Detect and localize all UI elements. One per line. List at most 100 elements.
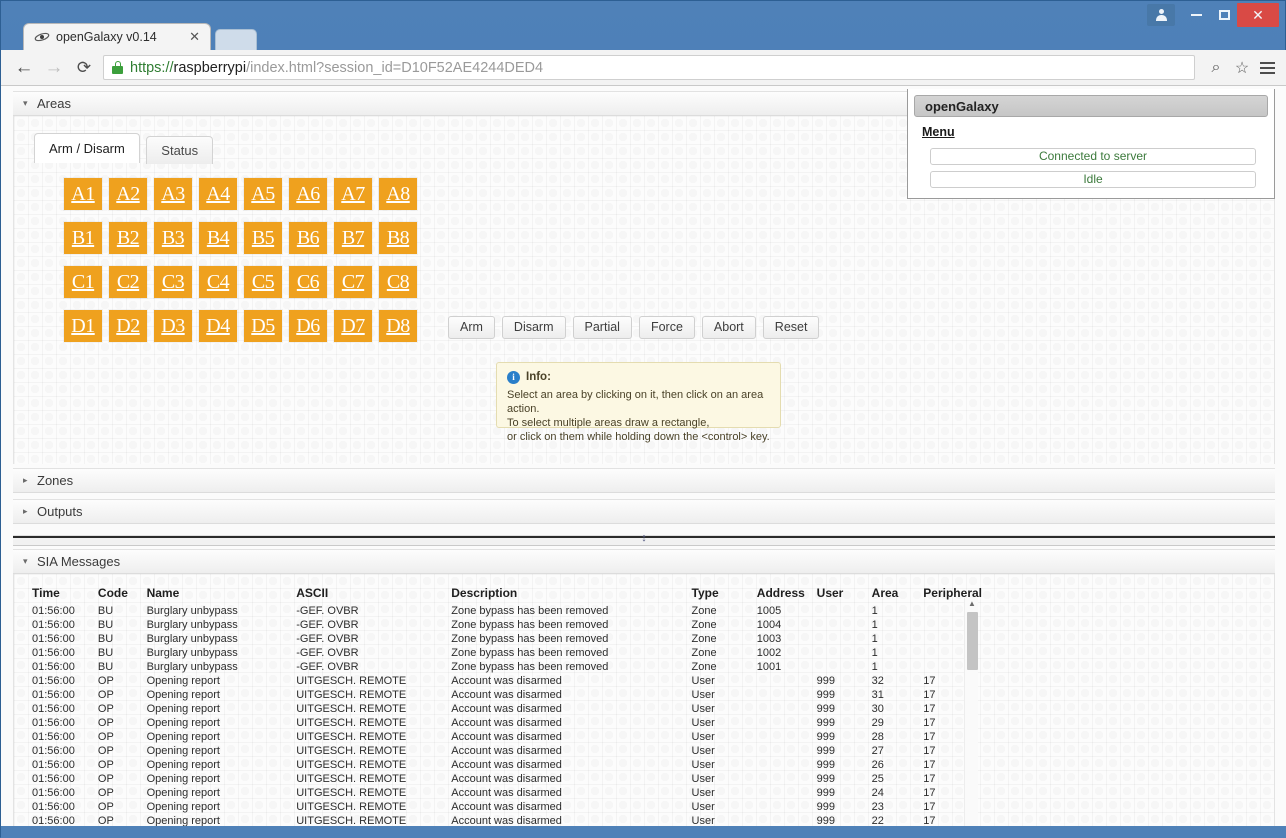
area-button-d7[interactable]: D7 [334,310,372,342]
accordion-header-outputs[interactable]: ▸ Outputs [13,499,1275,524]
table-row[interactable]: 01:56:00OPOpening reportUITGESCH. REMOTE… [32,688,982,702]
area-button-d5[interactable]: D5 [244,310,282,342]
zoom-out-icon[interactable]: ⌕ [1203,59,1229,77]
table-row[interactable]: 01:56:00OPOpening reportUITGESCH. REMOTE… [32,786,982,800]
column-header-address[interactable]: Address [757,586,817,604]
horizontal-splitter[interactable]: ↕ [13,536,1275,546]
arm-button[interactable]: Arm [448,316,495,339]
cell-user [817,646,872,660]
column-header-time[interactable]: Time [32,586,98,604]
area-button-a2[interactable]: A2 [109,178,147,210]
abort-button[interactable]: Abort [702,316,756,339]
cell-name: Opening report [147,702,297,716]
partial-button[interactable]: Partial [573,316,632,339]
column-header-user[interactable]: User [817,586,872,604]
cell-user: 999 [817,688,872,702]
table-row[interactable]: 01:56:00OPOpening reportUITGESCH. REMOTE… [32,758,982,772]
disarm-button[interactable]: Disarm [502,316,566,339]
table-header-row: TimeCodeNameASCIIDescriptionTypeAddressU… [32,586,982,604]
cell-user: 999 [817,730,872,744]
table-row[interactable]: 01:56:00OPOpening reportUITGESCH. REMOTE… [32,772,982,786]
column-header-area[interactable]: Area [872,586,924,604]
area-button-b2[interactable]: B2 [109,222,147,254]
back-button[interactable]: ← [9,57,39,79]
opengalaxy-menu-link[interactable]: Menu [922,125,955,139]
table-row[interactable]: 01:56:00BUBurglary unbypass-GEF. OVBRZon… [32,660,982,674]
scroll-up-icon[interactable]: ▲ [965,598,979,610]
scrollbar-thumb[interactable] [967,612,978,670]
cell-ascii: -GEF. OVBR [296,660,451,674]
area-button-d3[interactable]: D3 [154,310,192,342]
table-row[interactable]: 01:56:00OPOpening reportUITGESCH. REMOTE… [32,702,982,716]
table-row[interactable]: 01:56:00BUBurglary unbypass-GEF. OVBRZon… [32,632,982,646]
cell-user [817,618,872,632]
area-button-b1[interactable]: B1 [64,222,102,254]
table-row[interactable]: 01:56:00OPOpening reportUITGESCH. REMOTE… [32,744,982,758]
area-button-c1[interactable]: C1 [64,266,102,298]
accordion-header-sia-messages[interactable]: ▾ SIA Messages [13,549,1275,574]
tab-arm-disarm[interactable]: Arm / Disarm [34,133,140,163]
column-header-type[interactable]: Type [692,586,757,604]
table-row[interactable]: 01:56:00OPOpening reportUITGESCH. REMOTE… [32,716,982,730]
table-row[interactable]: 01:56:00BUBurglary unbypass-GEF. OVBRZon… [32,604,982,618]
area-button-b8[interactable]: B8 [379,222,417,254]
sia-table-scrollbar[interactable]: ▲ ▼ [964,598,978,826]
url-path: /index.html?session_id=D10F52AE4244DED4 [246,60,543,76]
area-button-a5[interactable]: A5 [244,178,282,210]
table-row[interactable]: 01:56:00OPOpening reportUITGESCH. REMOTE… [32,730,982,744]
cell-time: 01:56:00 [32,646,98,660]
area-button-d4[interactable]: D4 [199,310,237,342]
area-button-d6[interactable]: D6 [289,310,327,342]
area-button-b5[interactable]: B5 [244,222,282,254]
address-bar[interactable]: https://raspberrypi/index.html?session_i… [103,55,1195,80]
area-button-c8[interactable]: C8 [379,266,417,298]
forward-button[interactable]: → [39,57,69,79]
column-header-description[interactable]: Description [451,586,691,604]
area-button-d8[interactable]: D8 [379,310,417,342]
area-button-d2[interactable]: D2 [109,310,147,342]
cell-time: 01:56:00 [32,716,98,730]
area-button-a6[interactable]: A6 [289,178,327,210]
area-button-c2[interactable]: C2 [109,266,147,298]
area-button-d1[interactable]: D1 [64,310,102,342]
area-button-c6[interactable]: C6 [289,266,327,298]
area-button-a3[interactable]: A3 [154,178,192,210]
tab-status[interactable]: Status [146,136,213,164]
area-button-c7[interactable]: C7 [334,266,372,298]
hamburger-menu-icon[interactable] [1255,62,1279,74]
browser-tab[interactable]: openGalaxy v0.14 ✕ [23,23,211,50]
reset-button[interactable]: Reset [763,316,820,339]
area-button-a8[interactable]: A8 [379,178,417,210]
new-tab-button[interactable] [215,29,257,50]
cell-code: OP [98,688,147,702]
area-button-b7[interactable]: B7 [334,222,372,254]
column-header-name[interactable]: Name [147,586,297,604]
area-button-c5[interactable]: C5 [244,266,282,298]
cell-type: User [692,716,757,730]
column-header-code[interactable]: Code [98,586,147,604]
reload-button[interactable]: ⟳ [69,58,99,78]
tab-close-icon[interactable]: ✕ [185,29,204,45]
cell-area: 26 [872,758,924,772]
table-row[interactable]: 01:56:00BUBurglary unbypass-GEF. OVBRZon… [32,618,982,632]
table-row[interactable]: 01:56:00OPOpening reportUITGESCH. REMOTE… [32,674,982,688]
table-row[interactable]: 01:56:00OPOpening reportUITGESCH. REMOTE… [32,800,982,814]
cell-type: User [692,800,757,814]
area-button-b3[interactable]: B3 [154,222,192,254]
table-row[interactable]: 01:56:00BUBurglary unbypass-GEF. OVBRZon… [32,646,982,660]
area-button-b6[interactable]: B6 [289,222,327,254]
accordion-header-zones[interactable]: ▸ Zones [13,468,1275,493]
area-button-c3[interactable]: C3 [154,266,192,298]
area-button-a7[interactable]: A7 [334,178,372,210]
area-button-c4[interactable]: C4 [199,266,237,298]
table-row[interactable]: 01:56:00OPOpening reportUITGESCH. REMOTE… [32,814,982,826]
cell-area: 1 [872,646,924,660]
area-button-a1[interactable]: A1 [64,178,102,210]
area-button-a4[interactable]: A4 [199,178,237,210]
column-header-ascii[interactable]: ASCII [296,586,451,604]
area-button-b4[interactable]: B4 [199,222,237,254]
force-button[interactable]: Force [639,316,695,339]
cell-area: 22 [872,814,924,826]
bookmark-star-icon[interactable]: ☆ [1229,58,1255,78]
cell-address: 1001 [757,660,817,674]
